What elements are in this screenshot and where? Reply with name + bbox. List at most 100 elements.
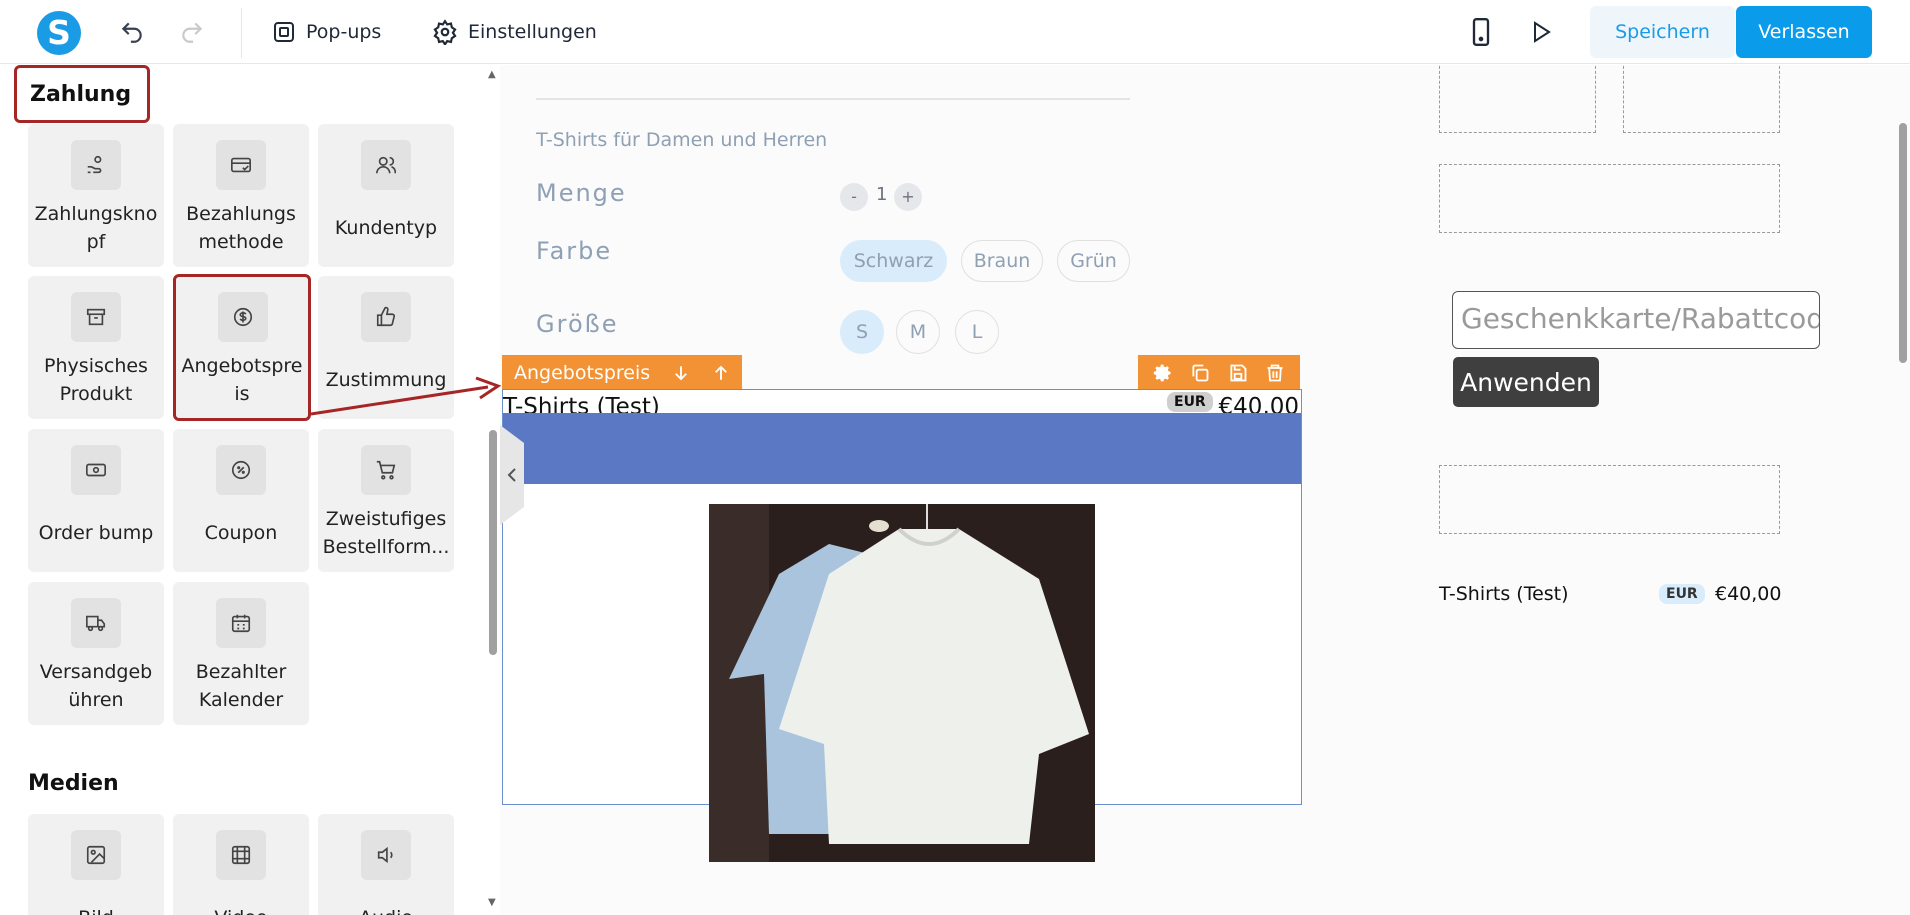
scrollbar-thumb[interactable] [1899, 123, 1907, 363]
image-icon [71, 830, 121, 880]
tile-label: Kundentyp [334, 217, 438, 239]
apply-button[interactable]: Anwenden [1453, 357, 1599, 407]
play-preview-icon[interactable] [1527, 18, 1555, 46]
product-subtitle: T-Shirts für Damen und Herren [536, 129, 828, 151]
top-toolbar: S Pop-ups Einstellungen Speichern Verlas… [0, 0, 1910, 64]
summary-price: €40,00 [1715, 583, 1782, 605]
redo-icon[interactable] [178, 18, 206, 46]
tile-video[interactable]: Video [173, 814, 309, 915]
undo-icon[interactable] [118, 18, 146, 46]
color-option-black[interactable]: Schwarz [840, 240, 947, 282]
summary-product-title: T-Shirts (Test) [1439, 583, 1569, 605]
scroll-up-arrow-icon[interactable]: ▲ [488, 69, 496, 80]
empty-placeholder[interactable] [1439, 164, 1780, 233]
scroll-down-arrow-icon[interactable]: ▼ [488, 897, 496, 908]
speaker-icon [361, 830, 411, 880]
tile-label: Bild [32, 904, 160, 915]
tile-label: Coupon [204, 522, 278, 544]
mobile-preview-icon[interactable] [1467, 18, 1495, 46]
quantity-plus-button[interactable]: + [894, 183, 922, 211]
tile-offer-price[interactable]: Angebotspre is [173, 274, 311, 421]
tile-label: Bezahlter Kalender [195, 661, 287, 711]
quantity-minus-button[interactable]: - [840, 183, 868, 211]
elements-panel: Zahlung Zahlungskno pf Bezahlungs methode … [0, 65, 486, 915]
tile-label: Zweistufiges Bestellform... [322, 508, 450, 558]
left-panel-scrollbar[interactable]: ▲ ▼ [486, 65, 500, 915]
color-option-green[interactable]: Grün [1057, 240, 1130, 282]
tile-label: Bezahlungs methode [186, 203, 296, 253]
gear-icon [433, 19, 457, 45]
tile-customer-type[interactable]: Kundentyp [318, 124, 454, 267]
chevron-left-icon [507, 468, 516, 482]
quantity-label: Menge [536, 179, 627, 207]
app-logo: S [37, 11, 81, 55]
tile-label: Angebotspre is [181, 355, 303, 405]
size-label: Größe [536, 310, 619, 338]
selected-element-actions [1138, 355, 1300, 390]
tile-label: Audio [322, 904, 450, 915]
dollar-coin-icon [218, 292, 268, 342]
save-button[interactable]: Speichern [1590, 6, 1735, 58]
tile-two-step-order-form[interactable]: Zweistufiges Bestellform... [318, 429, 454, 572]
card-check-icon [216, 140, 266, 190]
offer-price-element[interactable]: T-Shirts (Test) EUR €40,00 [502, 389, 1302, 862]
archive-box-icon [71, 292, 121, 342]
tile-label: Physisches Produkt [44, 355, 148, 405]
film-icon [216, 830, 266, 880]
calendar-icon [216, 598, 266, 648]
empty-placeholder[interactable] [1439, 65, 1596, 133]
color-option-brown[interactable]: Braun [961, 240, 1043, 282]
empty-placeholder[interactable] [1623, 65, 1780, 133]
canvas-scrollbar[interactable] [1896, 65, 1910, 915]
tile-shipping-fees[interactable]: Versandgeb ühren [28, 582, 164, 725]
section-title-media: Medien [28, 771, 119, 796]
size-option-s[interactable]: S [840, 310, 884, 354]
tile-payment-button[interactable]: Zahlungskno pf [28, 124, 164, 267]
product-banner [503, 413, 1301, 484]
trash-icon[interactable] [1265, 363, 1285, 383]
duplicate-icon[interactable] [1190, 363, 1210, 383]
tile-label: Video [177, 904, 305, 915]
section-title-payment: Zahlung [14, 65, 150, 123]
tile-image[interactable]: Bild [28, 814, 164, 915]
selected-element-toolbar: Angebotspreis [502, 355, 743, 390]
gear-icon[interactable] [1153, 363, 1173, 383]
popups-button[interactable]: Pop-ups [272, 14, 381, 50]
selected-element-label: Angebotspreis [514, 361, 651, 384]
cart-icon [361, 445, 411, 495]
leave-button[interactable]: Verlassen [1736, 6, 1872, 58]
quantity-value: 1 [876, 184, 888, 205]
tile-paid-calendar[interactable]: Bezahlter Kalender [173, 582, 309, 725]
cash-icon [71, 445, 121, 495]
tile-coupon[interactable]: Coupon [173, 429, 309, 572]
product-image [709, 504, 1095, 862]
move-up-icon[interactable] [712, 363, 730, 383]
save-icon[interactable] [1228, 363, 1248, 383]
tile-label: Versandgeb ühren [39, 661, 153, 711]
users-icon [361, 140, 411, 190]
percent-badge-icon [216, 445, 266, 495]
tile-label: Order bump [38, 522, 154, 544]
thumbs-up-icon [361, 292, 411, 342]
settings-label: Einstellungen [468, 21, 597, 43]
empty-placeholder[interactable] [1439, 465, 1780, 534]
tile-label: Zustimmung [325, 369, 447, 391]
popups-label: Pop-ups [306, 21, 382, 43]
tile-order-bump[interactable]: Order bump [28, 429, 164, 572]
size-option-l[interactable]: L [955, 310, 999, 354]
color-label: Farbe [536, 237, 613, 265]
gift-card-input[interactable]: Geschenkkarte/Rabattcode [1452, 291, 1820, 349]
tile-audio[interactable]: Audio [318, 814, 454, 915]
move-down-icon[interactable] [672, 363, 690, 383]
scrollbar-thumb[interactable] [489, 430, 497, 655]
truck-icon [71, 598, 121, 648]
tile-label: Zahlungskno pf [34, 203, 158, 253]
toolbar-divider [241, 8, 242, 58]
popup-square-icon [274, 22, 294, 42]
tile-payment-method[interactable]: Bezahlungs methode [173, 124, 309, 267]
tile-consent[interactable]: Zustimmung [318, 276, 454, 419]
summary-currency-badge: EUR [1659, 584, 1705, 604]
tile-physical-product[interactable]: Physisches Produkt [28, 276, 164, 419]
size-option-m[interactable]: M [896, 310, 940, 354]
settings-button[interactable]: Einstellungen [432, 14, 597, 50]
